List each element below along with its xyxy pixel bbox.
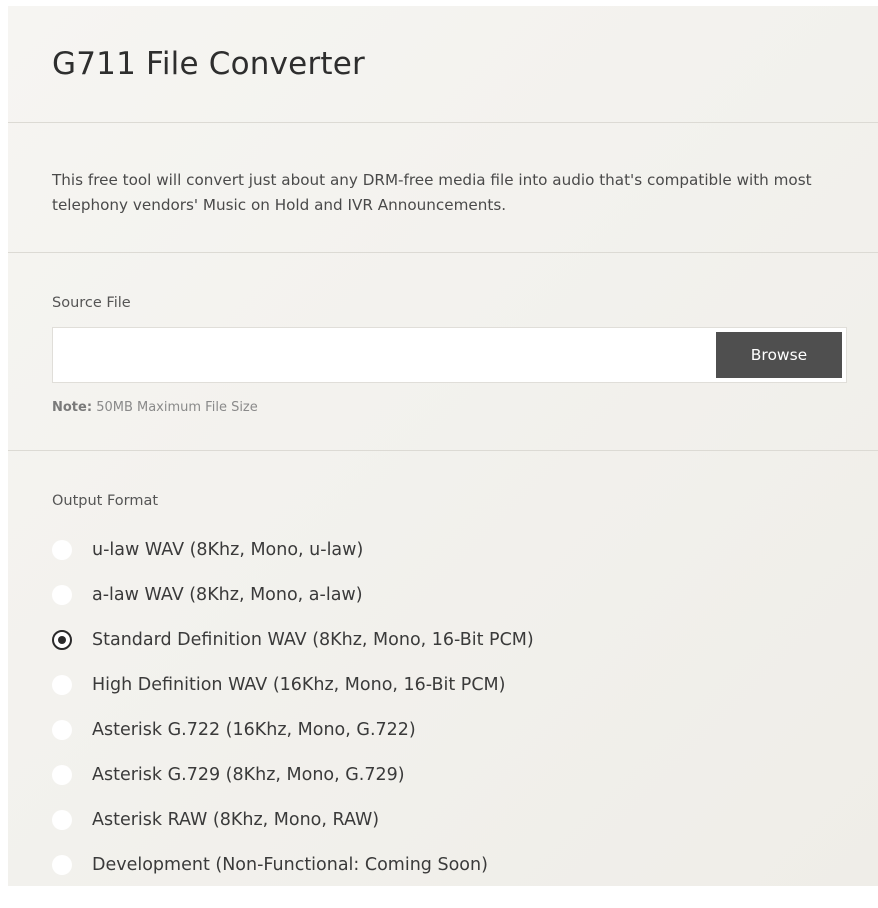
output-format-label: Output Format — [52, 493, 159, 509]
format-option-ulaw[interactable]: u-law WAV (8Khz, Mono, u-law) — [52, 527, 534, 572]
source-file-section: Source File Browse Note: 50MB Maximum Fi… — [8, 253, 878, 451]
format-option-label: u-law WAV (8Khz, Mono, u-law) — [92, 539, 364, 560]
source-file-label: Source File — [52, 295, 131, 311]
radio-button[interactable] — [52, 719, 72, 740]
format-option-label: Standard Definition WAV (8Khz, Mono, 16-… — [92, 629, 534, 650]
format-option-label: Asterisk RAW (8Khz, Mono, RAW) — [92, 809, 380, 830]
radio-button[interactable] — [52, 584, 72, 605]
radio-button[interactable] — [52, 539, 72, 560]
page-header: G711 File Converter — [8, 6, 878, 123]
note-text: 50MB Maximum File Size — [96, 400, 258, 415]
radio-button[interactable] — [52, 764, 72, 785]
output-format-options: u-law WAV (8Khz, Mono, u-law) a-law WAV … — [52, 527, 534, 887]
description-section: This free tool will convert just about a… — [8, 123, 878, 253]
browse-button[interactable]: Browse — [716, 332, 842, 378]
format-option-label: Asterisk G.722 (16Khz, Mono, G.722) — [92, 719, 416, 740]
page-title: G711 File Converter — [52, 46, 365, 82]
tool-description: This free tool will convert just about a… — [52, 171, 812, 214]
note-prefix: Note: — [52, 400, 93, 415]
radio-button[interactable] — [52, 674, 72, 695]
format-option-g722[interactable]: Asterisk G.722 (16Khz, Mono, G.722) — [52, 707, 534, 752]
format-option-development[interactable]: Development (Non-Functional: Coming Soon… — [52, 842, 534, 887]
format-option-label: a-law WAV (8Khz, Mono, a-law) — [92, 584, 363, 605]
radio-button[interactable] — [52, 809, 72, 830]
radio-button[interactable] — [52, 854, 72, 875]
format-option-g729[interactable]: Asterisk G.729 (8Khz, Mono, G.729) — [52, 752, 534, 797]
converter-panel: G711 File Converter This free tool will … — [8, 6, 878, 886]
format-option-sd-wav[interactable]: Standard Definition WAV (8Khz, Mono, 16-… — [52, 617, 534, 662]
format-option-label: High Definition WAV (16Khz, Mono, 16-Bit… — [92, 674, 506, 695]
file-size-note: Note: 50MB Maximum File Size — [52, 400, 258, 415]
format-option-hd-wav[interactable]: High Definition WAV (16Khz, Mono, 16-Bit… — [52, 662, 534, 707]
format-option-label: Asterisk G.729 (8Khz, Mono, G.729) — [92, 764, 405, 785]
format-option-label: Development (Non-Functional: Coming Soon… — [92, 854, 488, 875]
source-file-input[interactable]: Browse — [52, 327, 847, 383]
format-option-alaw[interactable]: a-law WAV (8Khz, Mono, a-law) — [52, 572, 534, 617]
radio-button[interactable] — [52, 629, 72, 650]
format-option-raw[interactable]: Asterisk RAW (8Khz, Mono, RAW) — [52, 797, 534, 842]
output-format-section: Output Format u-law WAV (8Khz, Mono, u-l… — [8, 451, 878, 886]
